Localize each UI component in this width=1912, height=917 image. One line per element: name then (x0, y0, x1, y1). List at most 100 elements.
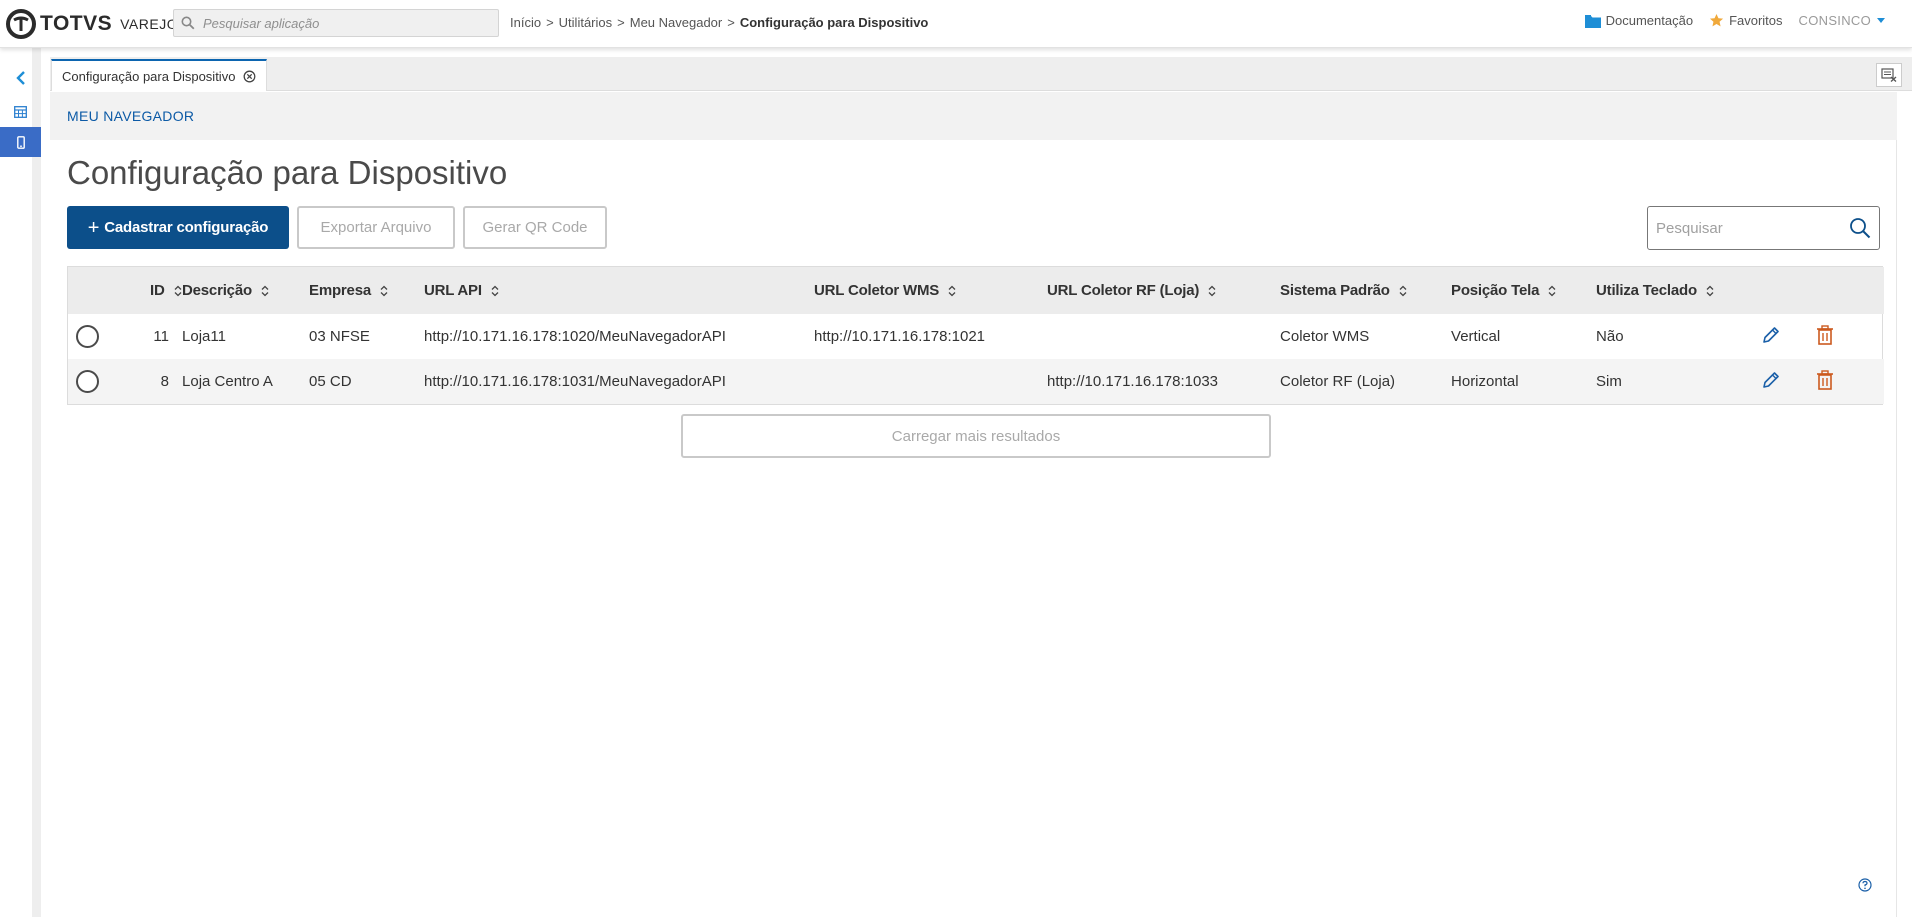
left-sidebar (0, 48, 41, 917)
cell-delete (1816, 359, 1884, 404)
generate-qr-label: Gerar QR Code (482, 219, 588, 236)
plus-icon: + (87, 216, 100, 239)
caret-down-icon (1877, 18, 1885, 23)
generate-qr-button[interactable]: Gerar QR Code (463, 206, 607, 249)
header-descricao[interactable]: Descrição (182, 267, 309, 314)
row-select-cell (68, 314, 123, 359)
header-sistema[interactable]: Sistema Padrão (1280, 267, 1451, 314)
close-all-tabs-button[interactable] (1876, 63, 1902, 87)
table-header-row: ID Descrição Empresa URL API URL Coletor (68, 267, 1885, 314)
edit-button[interactable] (1761, 370, 1781, 390)
header-teclado-label: Utiliza Teclado (1596, 282, 1697, 299)
delete-button[interactable] (1816, 369, 1834, 390)
breadcrumb: Início > Utilitários > Meu Navegador > Configu… (510, 15, 928, 30)
add-configuration-button[interactable]: + Cadastrar configuração (67, 206, 289, 249)
favorites-link[interactable]: Favoritos (1709, 13, 1783, 28)
cell-posicao: Vertical (1451, 328, 1501, 345)
help-icon (1858, 878, 1872, 892)
grid-icon (14, 106, 27, 118)
header-empresa-label: Empresa (309, 282, 371, 299)
close-circle-icon (243, 70, 256, 82)
delete-button[interactable] (1816, 324, 1834, 345)
totvs-logo-icon (6, 9, 36, 39)
star-icon (1710, 13, 1724, 27)
sort-icon (1208, 285, 1216, 297)
cell-spacer (169, 359, 182, 404)
search-icon (1850, 218, 1871, 239)
breadcrumb-my-browser[interactable]: Meu Navegador (630, 15, 723, 30)
documentation-link[interactable]: Documentação (1584, 13, 1693, 28)
cell-id: 8 (160, 373, 169, 390)
header-url-api-label: URL API (424, 282, 482, 299)
header-select (68, 267, 123, 314)
trash-icon (1817, 369, 1834, 390)
sort-icon (491, 285, 499, 297)
sidebar-item-device-config[interactable] (0, 127, 41, 157)
help-button[interactable] (1858, 878, 1872, 892)
brand-name: TOTVS (40, 12, 113, 35)
sidebar-item-grid[interactable] (0, 97, 41, 127)
header-url-api[interactable]: URL API (424, 267, 814, 314)
tab-device-config[interactable]: Configuração para Dispositivo (51, 59, 268, 91)
header-teclado[interactable]: Utiliza Teclado (1596, 267, 1761, 314)
header-url-rf[interactable]: URL Coletor RF (Loja) (1047, 267, 1280, 314)
cell-edit (1761, 314, 1816, 359)
breadcrumb-home[interactable]: Início (510, 15, 541, 30)
favorites-label: Favoritos (1729, 13, 1783, 28)
app-search-box (173, 9, 499, 37)
header-url-wms[interactable]: URL Coletor WMS (814, 267, 1047, 314)
cell-empresa: 05 CD (309, 373, 352, 390)
table-search-input[interactable] (1656, 219, 1836, 237)
export-file-label: Exportar Arquivo (320, 219, 432, 236)
row-select-radio[interactable] (76, 370, 99, 393)
cell-descricao: Loja11 (182, 328, 226, 345)
tab-close-button[interactable] (243, 70, 256, 83)
app-search-input[interactable] (203, 15, 483, 31)
cell-url-api: http://10.171.16.178:1031/MeuNavegadorAP… (424, 373, 726, 390)
sort-icon (380, 285, 388, 297)
header-sistema-label: Sistema Padrão (1280, 282, 1390, 299)
header-id-label: ID (150, 282, 165, 299)
cell-sistema: Coletor RF (Loja) (1280, 373, 1396, 390)
export-file-button[interactable]: Exportar Arquivo (297, 206, 455, 249)
top-bar: TOTVS VAREJO Início > Utilitários > Meu Nave… (0, 0, 1912, 48)
user-menu[interactable]: CONSINCO (1799, 13, 1890, 28)
table-search-box (1647, 206, 1880, 250)
sort-icon (1548, 285, 1556, 297)
row-select-radio[interactable] (76, 325, 99, 348)
pencil-icon (1763, 326, 1779, 343)
table-search-button[interactable] (1849, 217, 1871, 239)
edit-button[interactable] (1761, 325, 1781, 345)
breadcrumb-current: Configuração para Dispositivo (739, 15, 929, 30)
load-more-button[interactable]: Carregar mais resultados (681, 414, 1271, 458)
folder-icon (1584, 14, 1601, 28)
mobile-device-icon (16, 135, 25, 149)
section-title: MEU NAVEGADOR (67, 108, 195, 124)
breadcrumb-utilities[interactable]: Utilitários (559, 15, 612, 30)
pencil-icon (1763, 371, 1779, 388)
sort-icon (1706, 285, 1714, 297)
add-configuration-label: Cadastrar configuração (104, 219, 269, 236)
breadcrumb-separator: > (617, 15, 625, 30)
chevron-left-icon (15, 71, 25, 85)
breadcrumb-separator: > (727, 15, 735, 30)
cell-spacer (169, 314, 182, 359)
totvs-logo[interactable]: TOTVS VAREJO (6, 9, 178, 39)
row-select-cell (68, 359, 123, 404)
header-posicao[interactable]: Posição Tela (1451, 267, 1596, 314)
trash-icon (1817, 324, 1834, 345)
table-row: 8 Loja Centro A 05 CD http://10.171.16.1… (68, 359, 1885, 404)
header-delete (1816, 267, 1884, 314)
header-id[interactable]: ID (123, 267, 182, 314)
cell-url-api: http://10.171.16.178:1020/MeuNavegadorAP… (424, 328, 726, 345)
tab-label: Configuração para Dispositivo (62, 68, 236, 84)
breadcrumb-separator: > (546, 15, 554, 30)
sidebar-toggle-button[interactable] (0, 63, 41, 93)
content-panel: MEU NAVEGADOR Configuração para Disposit… (50, 92, 1897, 917)
header-empresa[interactable]: Empresa (309, 267, 424, 314)
sort-icon (174, 285, 182, 297)
cell-teclado: Sim (1596, 373, 1622, 390)
sort-icon (261, 285, 269, 297)
page-title: Configuração para Dispositivo (67, 154, 508, 191)
cell-delete (1816, 314, 1884, 359)
